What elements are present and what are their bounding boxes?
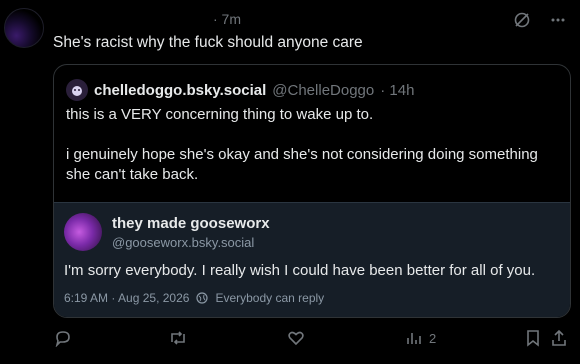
quoted-post-header: chelledoggo.bsky.social @ChelleDoggo · 1…: [66, 79, 414, 101]
embedded-text: I'm sorry everybody. I really wish I cou…: [64, 262, 536, 279]
post-text: She's racist why the fuck should anyone …: [53, 34, 363, 51]
bookmark-icon: [523, 328, 543, 348]
like-button[interactable]: [286, 328, 306, 348]
reply-icon: [53, 328, 73, 348]
post-time: · 7m: [213, 11, 241, 27]
quoted-handle[interactable]: @ChelleDoggo: [272, 82, 374, 99]
reply-setting: Everybody can reply: [215, 291, 325, 305]
share-button[interactable]: [549, 328, 569, 348]
repost-icon: [168, 328, 188, 348]
views-icon: [403, 328, 423, 348]
share-icon: [549, 328, 569, 348]
quoted-text-line: she can't take back.: [66, 166, 199, 183]
post-actions-bar: 2: [53, 326, 569, 352]
reply-button[interactable]: [53, 328, 73, 348]
views-count: 2: [429, 330, 437, 346]
like-icon: [286, 328, 306, 348]
bookmark-button[interactable]: [523, 328, 543, 348]
embedded-post[interactable]: they made gooseworx @gooseworx.bsky.soci…: [54, 202, 570, 317]
quoted-avatar[interactable]: [66, 79, 88, 101]
views-button[interactable]: 2: [403, 328, 436, 348]
post-top-actions: [512, 10, 568, 30]
quoted-display-name[interactable]: chelledoggo.bsky.social: [94, 82, 266, 99]
quoted-time: · 14h: [380, 81, 415, 99]
repost-button[interactable]: [168, 328, 188, 348]
globe-icon: [195, 291, 209, 305]
embedded-avatar[interactable]: [64, 213, 102, 251]
quoted-text-line: this is a VERY concerning thing to wake …: [66, 106, 374, 123]
quoted-text-line: i genuinely hope she's okay and she's no…: [66, 146, 538, 163]
grok-icon[interactable]: [512, 10, 532, 30]
embedded-timestamp: 6:19 AM · Aug 25, 2026: [64, 291, 190, 305]
quoted-post[interactable]: chelledoggo.bsky.social @ChelleDoggo · 1…: [53, 64, 571, 318]
avatar[interactable]: [4, 8, 44, 48]
more-icon[interactable]: [548, 10, 568, 30]
embedded-footer: 6:19 AM · Aug 25, 2026 Everybody can rep…: [64, 291, 324, 305]
embedded-handle[interactable]: @gooseworx.bsky.social: [112, 235, 254, 250]
quoted-text: this is a VERY concerning thing to wake …: [66, 105, 556, 185]
embedded-display-name[interactable]: they made gooseworx: [112, 215, 270, 232]
